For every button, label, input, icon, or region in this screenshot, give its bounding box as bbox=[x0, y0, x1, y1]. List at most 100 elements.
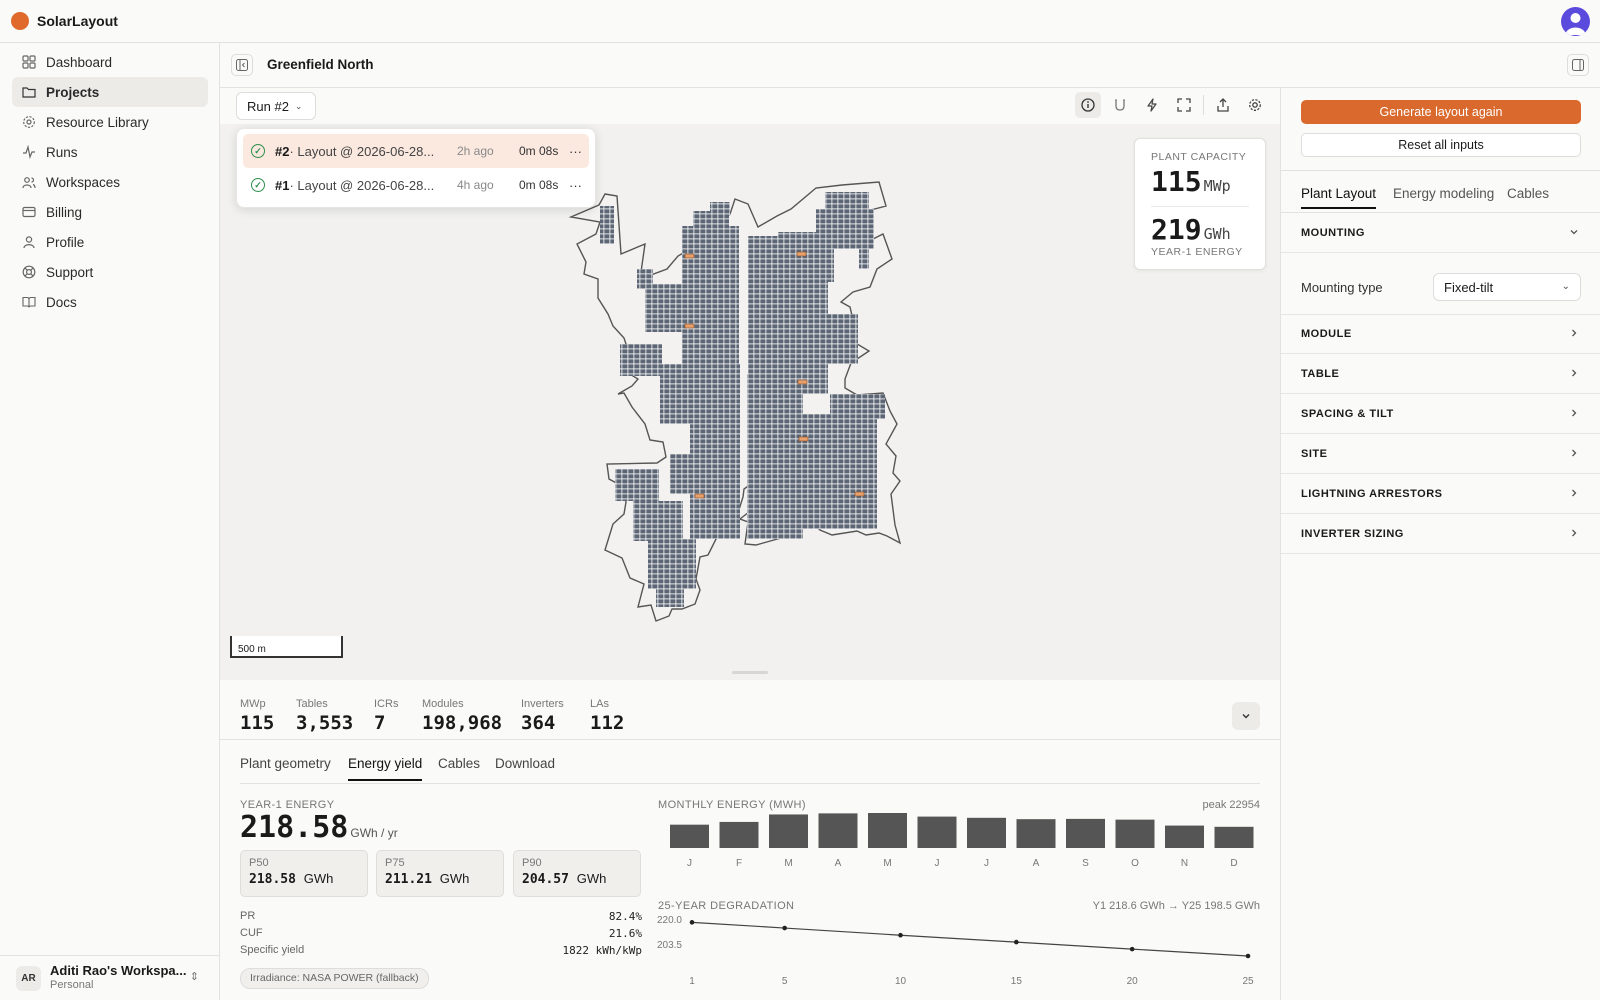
stat-label: Modules bbox=[422, 698, 464, 710]
more-icon[interactable]: ··· bbox=[569, 178, 582, 193]
user-avatar[interactable] bbox=[1561, 7, 1590, 36]
export-button[interactable] bbox=[1210, 92, 1236, 118]
stat-icrs: ICRs 7 bbox=[374, 698, 398, 734]
section-title: MODULE bbox=[1301, 327, 1352, 340]
electrical-tool-button[interactable] bbox=[1139, 92, 1165, 118]
check-circle-icon: ✓ bbox=[251, 144, 265, 158]
p-unit: GWh bbox=[303, 871, 334, 886]
metric-label: PR bbox=[240, 910, 256, 922]
year1-energy-value: 219 bbox=[1151, 213, 1202, 246]
collapse-stats-button[interactable] bbox=[1232, 702, 1260, 730]
folder-icon bbox=[22, 85, 36, 99]
gear-icon bbox=[22, 115, 36, 129]
chevron-down-icon: ⌄ bbox=[294, 100, 303, 111]
workspace-switcher[interactable]: AR Aditi Rao's Workspa... Personal ⇕ bbox=[0, 955, 219, 1000]
brand[interactable]: SolarLayout bbox=[11, 12, 118, 30]
p90-box: P90 204.57 GWh bbox=[513, 850, 641, 897]
stat-value: 364 bbox=[521, 712, 556, 734]
sidebar-item-profile[interactable]: Profile bbox=[12, 227, 208, 257]
sidebar-item-runs[interactable]: Runs bbox=[12, 137, 208, 167]
mounting-type-select[interactable]: Fixed-tilt ⌄ bbox=[1433, 273, 1581, 301]
sidebar-item-billing[interactable]: Billing bbox=[12, 197, 208, 227]
tab-download[interactable]: Download bbox=[495, 756, 555, 779]
project-header: Greenfield North bbox=[220, 43, 1600, 88]
stat-value: 112 bbox=[590, 712, 625, 734]
tab-energy-modeling[interactable]: Energy modeling bbox=[1393, 186, 1494, 207]
plant-capacity-unit: MWp bbox=[1203, 177, 1231, 195]
section-table[interactable]: TABLE bbox=[1281, 354, 1600, 394]
settings-button[interactable] bbox=[1242, 92, 1268, 118]
section-module[interactable]: MODULE bbox=[1281, 314, 1600, 354]
stat-value: 3,553 bbox=[296, 712, 354, 734]
gear-icon bbox=[1249, 99, 1261, 111]
resize-handle[interactable] bbox=[732, 671, 768, 674]
info-tool-button[interactable] bbox=[1075, 92, 1101, 118]
year1-energy-total-unit: GWh / yr bbox=[350, 826, 398, 840]
sidebar-item-docs[interactable]: Docs bbox=[12, 287, 208, 317]
info-icon bbox=[1081, 98, 1095, 112]
sidebar-item-workspaces[interactable]: Workspaces bbox=[12, 167, 208, 197]
fit-view-button[interactable] bbox=[1171, 92, 1197, 118]
section-title: SITE bbox=[1301, 447, 1328, 460]
sidebar-item-projects[interactable]: Projects bbox=[12, 77, 208, 107]
tab-energy-yield[interactable]: Energy yield bbox=[348, 756, 423, 781]
chevron-down-icon bbox=[1570, 230, 1578, 235]
bar-7 bbox=[1016, 819, 1056, 848]
bar-9 bbox=[1115, 819, 1155, 848]
degradation-point bbox=[1014, 939, 1019, 945]
sidebar: Dashboard Projects Resource Library Runs Wor… bbox=[0, 43, 220, 1000]
tab-plant-geometry[interactable]: Plant geometry bbox=[240, 756, 331, 779]
toggle-right-panel-button[interactable] bbox=[1567, 54, 1589, 76]
stat-label: ICRs bbox=[374, 698, 399, 710]
y-tick-label: 203.5 bbox=[657, 940, 682, 951]
run-item[interactable]: ✓ #1 · Layout @ 2026-06-28... 4h ago 0m … bbox=[243, 168, 589, 202]
collapse-sidebar-button[interactable] bbox=[231, 54, 253, 76]
sidebar-item-label: Support bbox=[46, 264, 94, 280]
sidebar-item-label: Workspaces bbox=[46, 174, 121, 190]
cable-tool-button[interactable] bbox=[1107, 92, 1133, 118]
section-site[interactable]: SITE bbox=[1281, 434, 1600, 474]
tab-cables[interactable]: Cables bbox=[438, 756, 480, 779]
run-item[interactable]: ✓ #2 · Layout @ 2026-06-28... 2h ago 0m … bbox=[243, 134, 589, 168]
generate-layout-button[interactable]: Generate layout again bbox=[1301, 100, 1581, 124]
sidebar-nav: Dashboard Projects Resource Library Runs Wor… bbox=[12, 47, 208, 317]
user-icon bbox=[22, 235, 36, 249]
stat-label: LAs bbox=[590, 698, 609, 710]
p-label: P90 bbox=[522, 857, 542, 869]
section-lightning-arrestors[interactable]: LIGHTNING ARRESTORS bbox=[1281, 474, 1600, 514]
tab-plant-layout[interactable]: Plant Layout bbox=[1301, 186, 1377, 209]
results-tabs: Plant geometry Energy yield Cables Downl… bbox=[240, 756, 1260, 784]
irradiance-source-chip: Irradiance: NASA POWER (fallback) bbox=[240, 968, 429, 989]
stat-label: Tables bbox=[296, 698, 328, 710]
p-value: 204.57 bbox=[522, 872, 569, 887]
metric-specific-yield: Specific yield 1822 kWh/kWp bbox=[240, 944, 642, 957]
tab-cables[interactable]: Cables bbox=[1507, 186, 1549, 207]
sidebar-item-dashboard[interactable]: Dashboard bbox=[12, 47, 208, 77]
top-bar: SolarLayout bbox=[0, 0, 1600, 43]
workspace-avatar: AR bbox=[16, 965, 41, 991]
mounting-type-label: Mounting type bbox=[1301, 280, 1383, 295]
run-number: #2 bbox=[275, 143, 290, 159]
stat-modules: Modules 198,968 bbox=[422, 698, 502, 734]
stat-value: 7 bbox=[374, 712, 386, 734]
stat-tables: Tables 3,553 bbox=[296, 698, 353, 734]
section-title: MOUNTING bbox=[1301, 226, 1365, 239]
run-select[interactable]: Run #2 ⌄ bbox=[236, 92, 316, 120]
stat-value: 198,968 bbox=[422, 712, 503, 734]
run-duration: 0m 08s bbox=[519, 144, 559, 158]
sidebar-item-resource-library[interactable]: Resource Library bbox=[12, 107, 208, 137]
reset-inputs-button[interactable]: Reset all inputs bbox=[1301, 133, 1581, 157]
section-mounting[interactable]: MOUNTING bbox=[1281, 213, 1600, 253]
degradation-point bbox=[782, 925, 787, 931]
section-spacing-tilt[interactable]: SPACING & TILT bbox=[1281, 394, 1600, 434]
lightning-icon bbox=[1147, 98, 1157, 112]
users-icon bbox=[22, 175, 36, 189]
section-inverter-sizing[interactable]: INVERTER SIZING bbox=[1281, 514, 1600, 554]
stat-value: 115 bbox=[240, 712, 275, 734]
degradation-point bbox=[689, 920, 695, 925]
workspace-type: Personal bbox=[50, 979, 94, 991]
more-icon[interactable]: ··· bbox=[569, 144, 582, 159]
sidebar-item-label: Billing bbox=[46, 204, 83, 220]
layout-canvas[interactable]: Run #2 ⌄ ✓ #2 · Layout @ 2026-06-28... 2… bbox=[220, 88, 1280, 680]
sidebar-item-support[interactable]: Support bbox=[12, 257, 208, 287]
